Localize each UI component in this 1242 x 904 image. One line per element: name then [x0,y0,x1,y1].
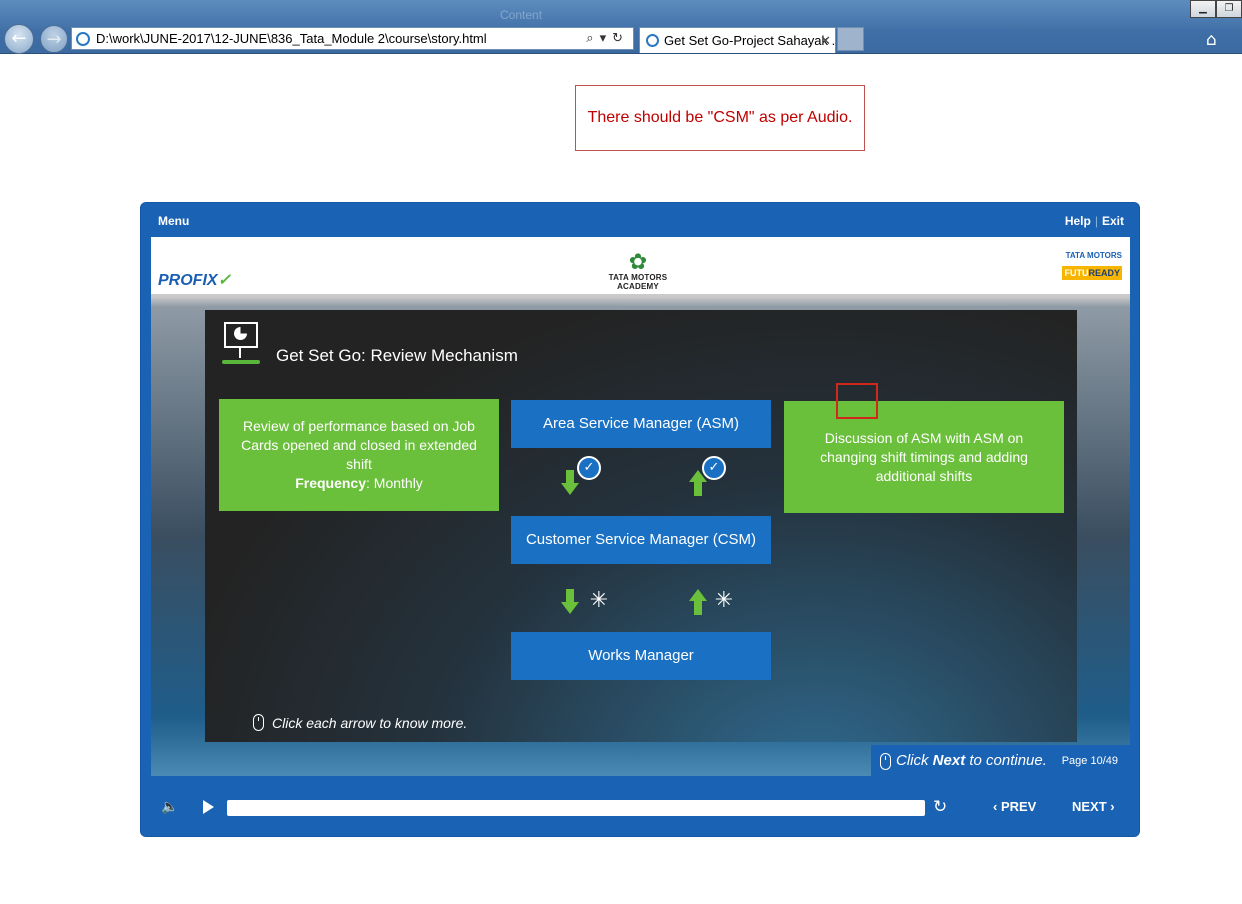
academy-logo: ✿ TATA MOTORS ACADEMY [603,249,673,292]
click-burst-icon: ✳ [589,588,609,613]
address-bar[interactable]: D:\work\JUNE-2017\12-JUNE\836_Tata_Modul… [71,27,634,50]
arrow-up-wm-csm[interactable] [689,589,707,615]
topbar-links: Help | Exit [1065,214,1124,228]
next-button[interactable]: NEXT › [1072,799,1115,814]
tab-close-icon[interactable]: ✕ [820,28,831,53]
arrow-down-asm-csm[interactable] [561,470,579,496]
futuready-logo: FUTUREADY [1062,266,1122,280]
playback-controls: 🔈 ↻ ‹ PREV NEXT › [141,793,1141,823]
review-highlight-rect [836,383,878,419]
click-burst-icon: ✳ [714,588,734,613]
discussion-info-box: Discussion of ASM with ASM on changing s… [784,401,1064,513]
check-icon: ✓ [702,456,726,480]
browser-chrome: Content ← → D:\work\JUNE-2017\12-JUNE\83… [0,0,1242,54]
instruction-hint: Click each arrow to know more. [253,714,467,731]
volume-icon[interactable]: 🔈 [161,799,178,815]
address-text: D:\work\JUNE-2017\12-JUNE\836_Tata_Modul… [96,31,487,46]
seek-bar[interactable] [227,800,925,816]
window-controls: ▁ ❐ [1190,0,1242,18]
back-button[interactable]: ← [4,24,34,54]
minimize-button[interactable]: ▁ [1190,0,1216,18]
new-tab-button[interactable] [837,27,864,51]
tata-motors-text: TATA MOTORS [1065,251,1122,260]
search-refresh-icons[interactable]: ⌕▾↻ [586,28,629,49]
profix-logo: PROFIX✓ [158,272,231,289]
continue-hint: Click Next to continue. [896,752,1047,769]
help-link[interactable]: Help [1065,214,1091,228]
maximize-button[interactable]: ❐ [1216,0,1242,18]
ie-tab-icon [646,34,659,47]
play-icon[interactable] [203,800,214,814]
presentation-icon [222,322,260,364]
works-manager-box: Works Manager [511,632,771,680]
discussion-text: Discussion of ASM with ASM on changing s… [820,429,1028,484]
asm-box: Area Service Manager (ASM) [511,400,771,448]
mouse-icon [253,714,264,731]
prev-button[interactable]: ‹ PREV [993,799,1036,814]
tab-title: Get Set Go-Project Sahayak ... [664,33,836,48]
tab-active[interactable]: Get Set Go-Project Sahayak ... ✕ [639,27,836,53]
window-title: Content [500,8,543,22]
review-comment-box: There should be "CSM" as per Audio. [575,85,865,151]
review-info-box: Review of performance based on Job Cards… [219,399,499,511]
forward-button[interactable]: → [40,25,68,53]
tata-logo: TATA MOTORS FUTUREADY [1062,251,1122,281]
academy-logo-text: TATA MOTORS ACADEMY [608,273,668,291]
course-player: Menu Help | Exit PROFIX✓ ✿ TATA MOTORS ACA… [140,202,1140,837]
menu-button[interactable]: Menu [158,214,189,228]
next-hint-bar: Click Next to continue. Page 10/49 [871,745,1130,776]
replay-icon[interactable]: ↻ [933,797,947,817]
slide-content: Get Set Go: Review Mechanism Review of p… [205,310,1077,742]
mouse-icon [880,753,891,770]
frequency-line: Frequency: Monthly [295,475,423,491]
topbar-separator: | [1094,214,1098,228]
slide-stage: PROFIX✓ ✿ TATA MOTORS ACADEMY TATA MOTOR… [151,237,1130,776]
csm-box: Customer Service Manager (CSM) [511,516,771,564]
exit-link[interactable]: Exit [1102,214,1124,228]
ie-page-icon [76,32,90,46]
tree-icon: ✿ [628,249,648,274]
home-icon[interactable]: ⌂ [1206,30,1217,50]
page-counter: Page 10/49 [1061,755,1118,767]
review-text: Review of performance based on Job Cards… [241,418,477,472]
check-icon: ✓ [577,456,601,480]
logo-bar: PROFIX✓ ✿ TATA MOTORS ACADEMY TATA MOTOR… [151,237,1130,294]
slide-title: Get Set Go: Review Mechanism [276,346,518,365]
arrow-down-csm-wm[interactable] [561,589,579,615]
